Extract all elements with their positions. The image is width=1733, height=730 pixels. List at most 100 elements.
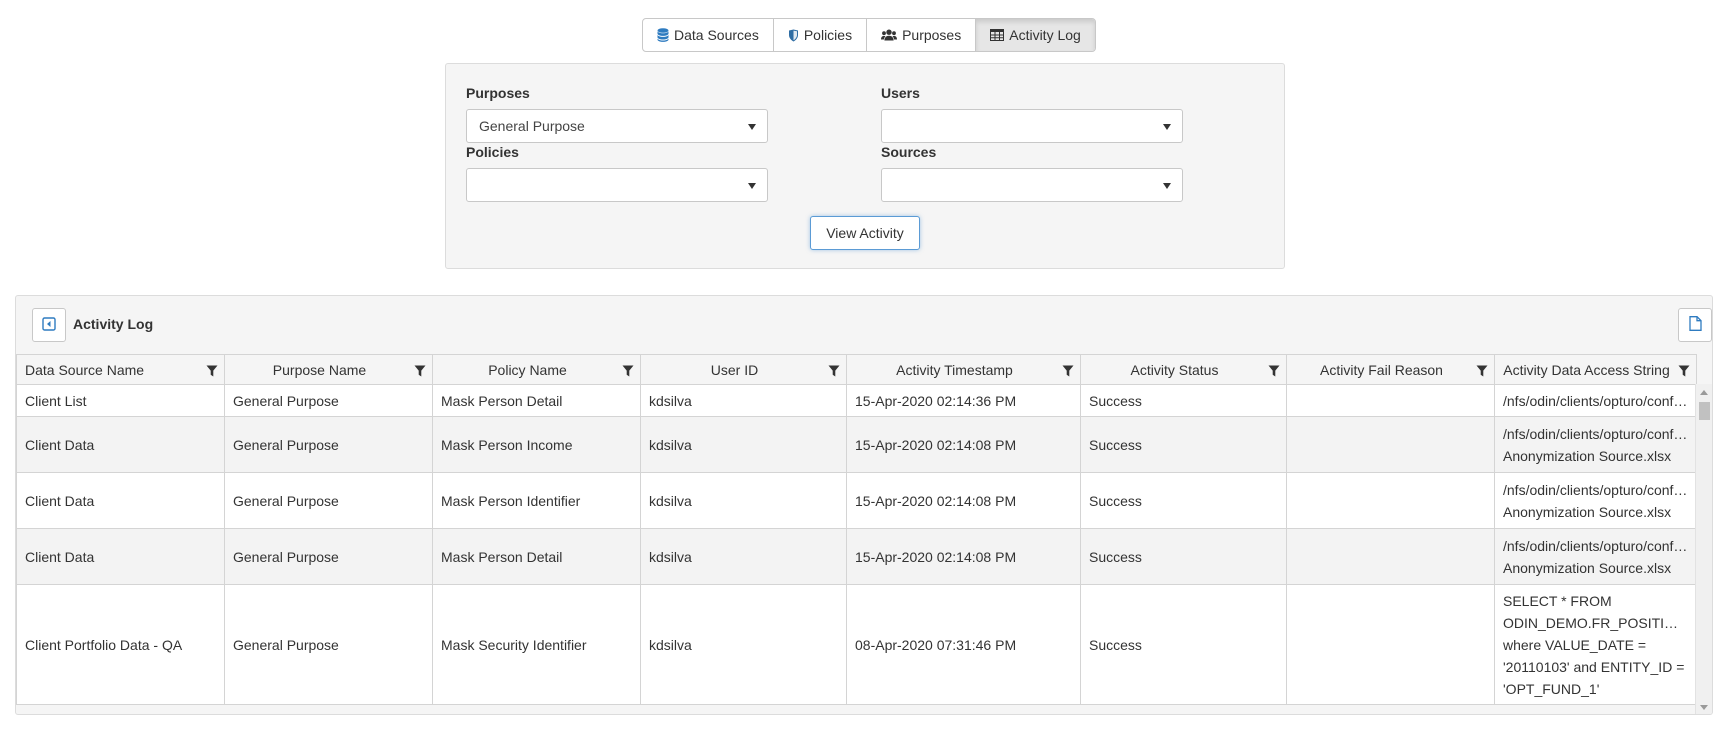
table-cell: Client Data [16, 472, 225, 529]
table-cell: /nfs/odin/clients/opturo/conf… Anonymizat… [1494, 472, 1697, 529]
filter-icon[interactable] [1268, 364, 1280, 380]
tab-activity-log-label: Activity Log [1009, 27, 1081, 43]
tab-activity-log[interactable]: Activity Log [976, 19, 1095, 51]
filter-icon[interactable] [828, 364, 840, 380]
table-cell: 15-Apr-2020 02:14:08 PM [846, 416, 1081, 473]
access-string-line: Anonymization Source.xlsx [1503, 447, 1672, 464]
table-cell [1286, 584, 1495, 705]
scroll-down-icon[interactable] [1700, 705, 1708, 710]
column-header[interactable]: Activity Data Access String [1494, 354, 1697, 385]
table-cell: Client Data [16, 416, 225, 473]
users-icon [881, 29, 898, 41]
filter-panel: Purposes General Purpose Users Policies … [445, 63, 1285, 269]
vertical-scrollbar[interactable] [1695, 384, 1712, 714]
access-string-line: 'OPT_FUND_1' [1503, 680, 1600, 697]
table-cell: Mask Person Identifier [432, 472, 641, 529]
table-cell: Client Data [16, 528, 225, 585]
table-cell [1286, 472, 1495, 529]
access-string-line: ODIN_DEMO.FR_POSITIO… [1503, 614, 1688, 631]
table-cell: kdsilva [640, 416, 847, 473]
table-cell [1286, 416, 1495, 473]
filter-icon[interactable] [622, 364, 634, 380]
column-header[interactable]: User ID [640, 354, 847, 385]
tab-policies-label: Policies [803, 27, 853, 43]
tab-purposes-label: Purposes [902, 27, 962, 43]
table-cell: Client Portfolio Data - QA [16, 584, 225, 705]
table-cell: /nfs/odin/clients/opturo/conf… Anonymizat… [1494, 528, 1697, 585]
table-cell: Success [1080, 472, 1287, 529]
access-string-line: SELECT * FROM [1503, 592, 1612, 609]
table-cell: /nfs/odin/clients/opturo/conf… [1494, 384, 1697, 417]
policies-label: Policies [466, 144, 519, 160]
table-cell: kdsilva [640, 384, 847, 417]
header-row: Data Source Name Purpose Name Policy Nam… [16, 354, 1697, 385]
access-string-line: /nfs/odin/clients/opturo/conf… [1503, 425, 1688, 442]
table-row[interactable]: Client Data General Purpose Mask Person De… [16, 528, 1697, 585]
column-header[interactable]: Activity Fail Reason [1286, 354, 1495, 385]
collapse-left-icon [42, 316, 56, 334]
table-cell: Mask Person Detail [432, 528, 641, 585]
column-header-label: Activity Timestamp [896, 361, 1013, 378]
table-cell: kdsilva [640, 528, 847, 585]
column-header-label: User ID [710, 361, 759, 378]
table-cell: General Purpose [224, 584, 433, 705]
table-cell [1286, 384, 1495, 417]
column-header-label: Activity Fail Reason [1320, 361, 1443, 378]
tab-data-sources-label: Data Sources [674, 27, 759, 43]
sources-label: Sources [881, 144, 937, 160]
table-cell: Mask Person Income [432, 416, 641, 473]
table-cell: kdsilva [640, 472, 847, 529]
filter-icon[interactable] [206, 364, 218, 380]
activity-log-panel: Activity Log Data Source Name Purpose Na… [15, 295, 1713, 715]
policies-select[interactable] [466, 168, 768, 202]
table-row[interactable]: Client Data General Purpose Mask Person Id… [16, 472, 1697, 529]
scroll-up-icon[interactable] [1700, 390, 1708, 395]
scroll-thumb[interactable] [1699, 402, 1710, 420]
top-nav-tabs: Data Sources Policies Purposes Activity … [642, 18, 1096, 52]
table-row[interactable]: Client List General Purpose Mask Person De… [16, 384, 1697, 417]
column-header[interactable]: Activity Status [1080, 354, 1287, 385]
collapse-button[interactable] [32, 308, 66, 342]
table-cell: 15-Apr-2020 02:14:36 PM [846, 384, 1081, 417]
tab-policies[interactable]: Policies [774, 19, 868, 51]
chevron-down-icon [748, 124, 756, 130]
view-activity-button[interactable]: View Activity [810, 216, 920, 250]
users-select[interactable] [881, 109, 1183, 143]
export-button[interactable] [1678, 308, 1712, 342]
filter-icon[interactable] [1678, 364, 1690, 380]
access-string-line: /nfs/odin/clients/opturo/conf… [1503, 392, 1688, 409]
table-row[interactable]: Client Portfolio Data - QA General Purpos… [16, 584, 1697, 705]
activity-log-grid: Data Source Name Purpose Name Policy Nam… [16, 354, 1712, 705]
table-cell: Success [1080, 584, 1287, 705]
access-string-line: where VALUE_DATE = [1503, 636, 1647, 653]
access-string-line: /nfs/odin/clients/opturo/conf… [1503, 481, 1688, 498]
column-header[interactable]: Policy Name [432, 354, 641, 385]
sources-select[interactable] [881, 168, 1183, 202]
table-icon [990, 29, 1005, 41]
purposes-select[interactable]: General Purpose [466, 109, 768, 143]
filter-icon[interactable] [1476, 364, 1488, 380]
column-header[interactable]: Activity Timestamp [846, 354, 1081, 385]
tab-purposes[interactable]: Purposes [867, 19, 977, 51]
filter-icon[interactable] [1062, 364, 1074, 380]
table-cell [1286, 528, 1495, 585]
table-cell: General Purpose [224, 416, 433, 473]
chevron-down-icon [1163, 124, 1171, 130]
access-string-line: Anonymization Source.xlsx [1503, 503, 1672, 520]
table-cell: Mask Person Detail [432, 384, 641, 417]
column-header[interactable]: Data Source Name [16, 354, 225, 385]
table-cell: Success [1080, 416, 1287, 473]
table-row[interactable]: Client Data General Purpose Mask Person In… [16, 416, 1697, 473]
column-header-label: Activity Data Access String [1503, 361, 1670, 378]
access-string-line: Anonymization Source.xlsx [1503, 559, 1672, 576]
column-header-label: Activity Status [1130, 361, 1219, 378]
table-cell: /nfs/odin/clients/opturo/conf… Anonymizat… [1494, 416, 1697, 473]
shield-icon [788, 29, 799, 42]
filter-icon[interactable] [414, 364, 426, 380]
purposes-label: Purposes [466, 85, 530, 101]
column-header-label: Data Source Name [25, 361, 145, 378]
column-header-label: Purpose Name [272, 361, 367, 378]
column-header[interactable]: Purpose Name [224, 354, 433, 385]
users-label: Users [881, 85, 920, 101]
tab-data-sources[interactable]: Data Sources [643, 19, 774, 51]
